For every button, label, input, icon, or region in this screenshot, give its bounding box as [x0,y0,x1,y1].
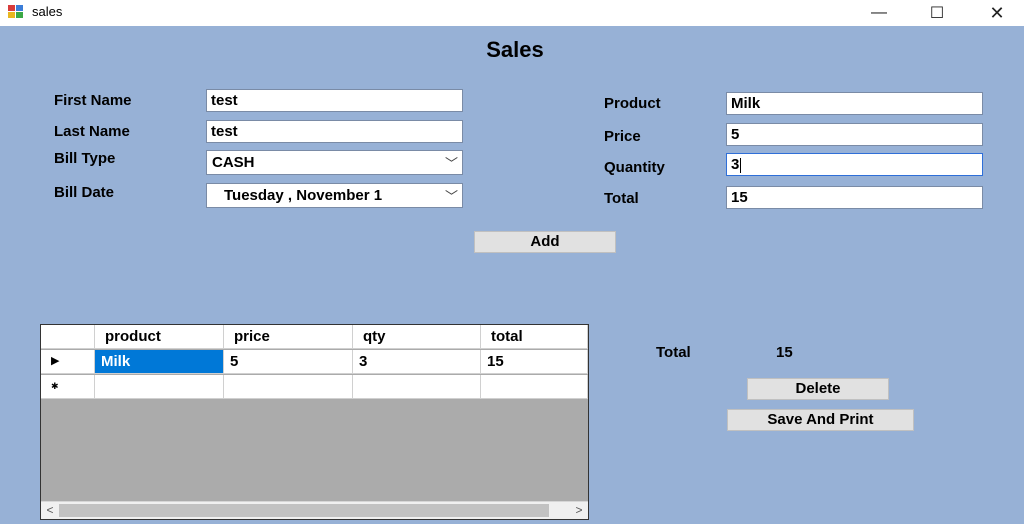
column-header-qty[interactable]: qty [353,325,481,349]
chevron-down-icon: ﹀ [444,156,458,171]
summary-total-value: 15 [776,344,793,361]
price-field[interactable]: 5 [726,123,983,146]
cell-qty[interactable]: 3 [353,350,481,374]
summary-total-label: Total [656,344,691,361]
bill-type-label: Bill Type [54,150,116,167]
total-label: Total [604,190,639,207]
product-field[interactable]: Milk [726,92,983,115]
scroll-left-icon[interactable]: < [42,503,58,517]
bill-type-value: CASH [212,154,255,171]
save-and-print-button[interactable]: Save And Print [727,409,914,431]
cell-product[interactable] [95,375,224,399]
chevron-down-icon: ﹀ [442,186,458,205]
text-caret [740,157,742,173]
window-titlebar: sales — ☐ ✕ [0,0,1024,26]
sales-app-icon [8,5,24,19]
bill-date-label: Bill Date [54,184,115,201]
first-name-field[interactable]: test [206,89,463,112]
cell-price[interactable] [224,375,353,399]
cell-total[interactable] [481,375,588,399]
grid-corner [41,325,95,349]
cell-total[interactable]: 15 [481,350,588,374]
cell-product[interactable]: Milk [95,350,224,374]
total-field[interactable]: 15 [726,186,983,209]
column-header-product[interactable]: product [95,325,224,349]
window-title: sales [32,4,63,19]
quantity-label: Quantity [604,159,665,176]
current-row-icon: ▶ [51,355,60,367]
cell-price[interactable]: 5 [224,350,353,374]
price-label: Price [604,128,641,145]
scroll-right-icon[interactable]: > [571,503,587,517]
last-name-field[interactable]: test [206,120,463,143]
new-row-icon: ✱ [51,381,59,391]
bill-type-select[interactable]: CASH ﹀ [206,150,463,175]
add-button[interactable]: Add [474,231,616,253]
page-title: Sales [486,37,544,62]
table-row[interactable]: ▶ Milk 5 3 15 [41,350,588,374]
quantity-field[interactable]: 3 [726,153,983,176]
minimize-button[interactable]: — [856,0,902,26]
scrollbar-thumb[interactable] [59,504,549,517]
row-header[interactable]: ✱ [41,375,95,399]
new-row[interactable]: ✱ [41,375,588,399]
delete-button[interactable]: Delete [747,378,889,400]
cell-qty[interactable] [353,375,481,399]
product-label: Product [604,95,661,112]
first-name-label: First Name [54,92,132,109]
quantity-value: 3 [731,156,740,173]
maximize-button[interactable]: ☐ [914,0,960,26]
row-header[interactable]: ▶ [41,350,95,374]
grid-header-row: product price qty total [41,325,588,349]
column-header-price[interactable]: price [224,325,353,349]
horizontal-scrollbar[interactable]: < > [41,501,588,519]
last-name-label: Last Name [54,123,130,140]
close-button[interactable]: ✕ [974,0,1020,26]
bill-date-picker[interactable]: Tuesday , November 1 ﹀ [206,183,463,208]
column-header-total[interactable]: total [481,325,588,349]
sales-data-grid[interactable]: product price qty total ▶ Milk 5 3 15 ✱ … [40,324,589,520]
bill-date-value: Tuesday , November 1 [224,187,383,204]
